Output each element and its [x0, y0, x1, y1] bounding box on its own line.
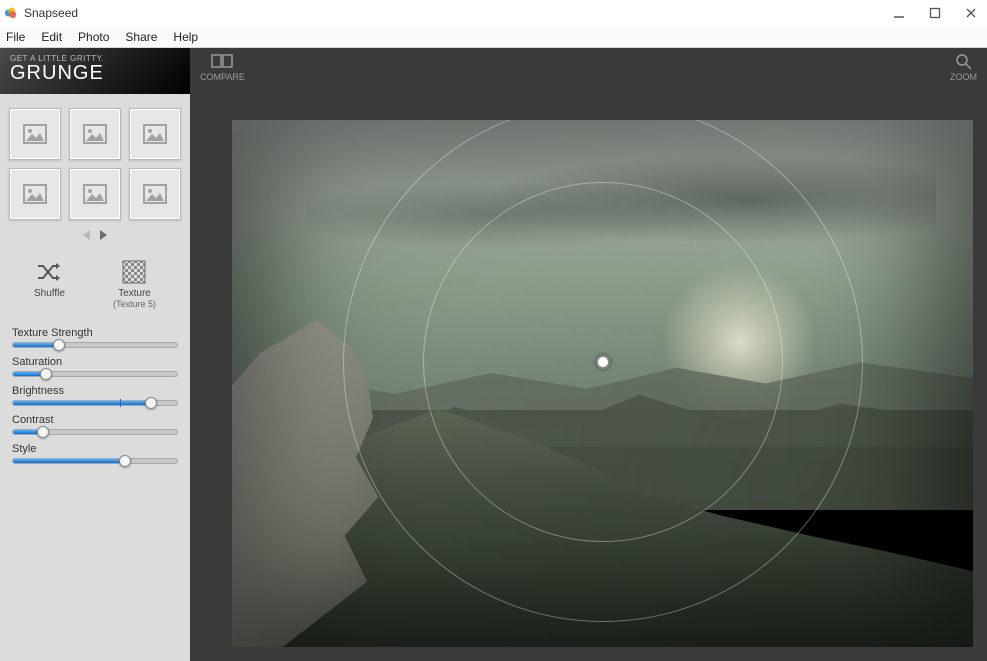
preset-thumb[interactable] [9, 168, 61, 220]
shuffle-tool[interactable]: Shuffle [34, 260, 65, 309]
slider-label: Contrast [12, 414, 178, 426]
slider-track[interactable] [12, 342, 178, 348]
app-logo-icon [4, 6, 18, 20]
radial-center-handle[interactable] [596, 355, 610, 369]
zoom-label: ZOOM [950, 72, 977, 82]
compare-button[interactable]: COMPARE [200, 52, 245, 82]
texture-label: Texture [113, 288, 156, 299]
slider-contrast: Contrast [12, 414, 178, 435]
preset-thumb[interactable] [69, 108, 121, 160]
compare-label: COMPARE [200, 72, 245, 82]
preset-thumb[interactable] [129, 168, 181, 220]
texture-sublabel: (Texture 5) [113, 299, 156, 309]
pager-next-icon[interactable] [100, 230, 107, 240]
window-title: Snapseed [24, 6, 78, 20]
texture-tool[interactable]: Texture (Texture 5) [113, 260, 156, 309]
picture-icon [23, 124, 47, 144]
slider-texture-strength: Texture Strength [12, 327, 178, 348]
filter-name: GRUNGE [10, 63, 180, 83]
zoom-button[interactable]: ZOOM [950, 52, 977, 82]
slider-label: Saturation [12, 356, 178, 368]
shuffle-label: Shuffle [34, 288, 65, 299]
sidebar: GET A LITTLE GRITTY. GRUNGE [0, 48, 190, 661]
window-maximize-button[interactable] [929, 7, 941, 19]
slider-track[interactable] [12, 400, 178, 406]
slider-brightness: Brightness [12, 385, 178, 406]
slider-saturation: Saturation [12, 356, 178, 377]
compare-icon [211, 52, 233, 70]
slider-label: Texture Strength [12, 327, 178, 339]
menu-share[interactable]: Share [125, 30, 157, 44]
picture-icon [23, 184, 47, 204]
picture-icon [83, 124, 107, 144]
filter-header: GET A LITTLE GRITTY. GRUNGE [0, 48, 190, 94]
menu-photo[interactable]: Photo [78, 30, 109, 44]
picture-icon [143, 184, 167, 204]
preset-thumb[interactable] [9, 108, 61, 160]
slider-panel: Texture Strength Saturation Brightness [0, 319, 190, 472]
preset-grid [0, 94, 190, 224]
preset-thumb[interactable] [129, 108, 181, 160]
slider-track[interactable] [12, 371, 178, 377]
menu-edit[interactable]: Edit [41, 30, 62, 44]
canvas-area: COMPARE ZOOM [190, 48, 987, 661]
menu-help[interactable]: Help [173, 30, 198, 44]
shuffle-icon [35, 260, 63, 284]
menu-file[interactable]: File [6, 30, 25, 44]
slider-style: Style [12, 443, 178, 464]
texture-icon [120, 260, 148, 284]
window-minimize-button[interactable] [893, 7, 905, 19]
picture-icon [143, 124, 167, 144]
picture-icon [83, 184, 107, 204]
window-close-button[interactable] [965, 7, 977, 19]
window-titlebar: Snapseed [0, 0, 987, 26]
slider-label: Brightness [12, 385, 178, 397]
slider-track[interactable] [12, 458, 178, 464]
pager-prev-icon[interactable] [83, 230, 90, 240]
slider-track[interactable] [12, 429, 178, 435]
image-viewport[interactable] [232, 120, 973, 647]
slider-label: Style [12, 443, 178, 455]
menubar: File Edit Photo Share Help [0, 26, 987, 48]
preset-pager [0, 224, 190, 244]
preset-thumb[interactable] [69, 168, 121, 220]
zoom-icon [953, 52, 975, 70]
